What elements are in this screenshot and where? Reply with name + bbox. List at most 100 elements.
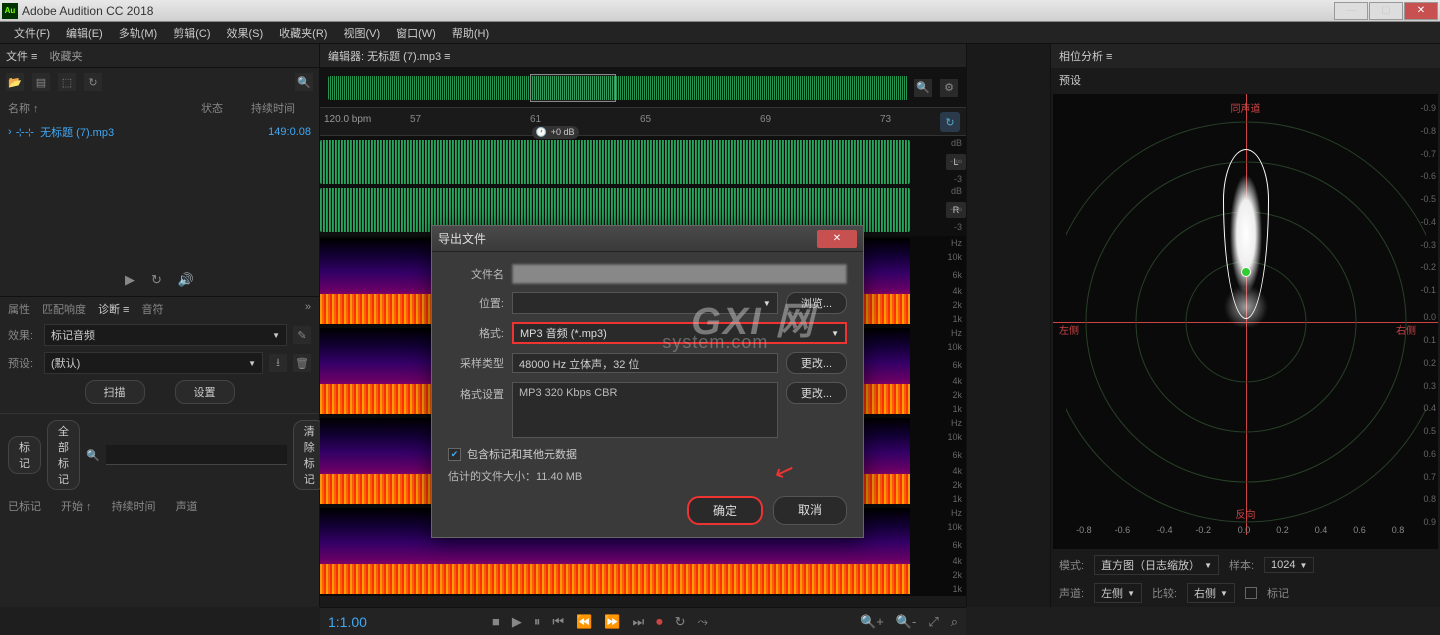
col-channel[interactable]: 声道: [176, 498, 198, 514]
loop-toggle-icon[interactable]: ↻: [940, 112, 960, 132]
channel-dropdown[interactable]: 左侧▼: [1094, 583, 1142, 603]
col-duration[interactable]: 持续时间: [251, 100, 311, 116]
save-preset-icon[interactable]: ⭳: [269, 354, 287, 372]
mode-dropdown[interactable]: 直方图（日志缩放）▼: [1094, 555, 1219, 575]
minimize-button[interactable]: —: [1334, 2, 1368, 20]
filename-input[interactable]: [512, 264, 847, 284]
settings-button[interactable]: 设置: [175, 380, 235, 404]
open-file-icon[interactable]: 📂: [6, 73, 24, 91]
search-icon[interactable]: 🔍: [295, 73, 313, 91]
new-file-icon[interactable]: ▤: [32, 73, 50, 91]
record-button[interactable]: ⏺: [656, 614, 663, 630]
scan-button[interactable]: 扫描: [85, 380, 145, 404]
loop-button[interactable]: ↻: [675, 614, 686, 630]
phase-x-tick: -0.4: [1157, 525, 1173, 535]
search-icon[interactable]: 🔍: [86, 449, 100, 462]
phase-y-tick: -0.2: [1420, 262, 1436, 272]
format-dropdown[interactable]: MP3 音频 (*.mp3)▼: [512, 322, 847, 344]
db-label: - ∞: [950, 156, 962, 166]
all-marks-button[interactable]: 全部标记: [47, 420, 80, 490]
tab-notes[interactable]: 音符: [141, 301, 163, 317]
dialog-close-button[interactable]: ✕: [817, 230, 857, 248]
change-format-button[interactable]: 更改...: [786, 382, 847, 404]
mark-button[interactable]: 标记: [8, 436, 41, 474]
timeline-ruler[interactable]: 120.0 bpm 57 61 65 69 73 ↻: [320, 108, 966, 136]
window-close-button[interactable]: ✕: [1404, 2, 1438, 20]
zoom-tool-icon[interactable]: 🔍: [914, 79, 932, 97]
location-dropdown[interactable]: ▼: [512, 292, 778, 314]
freq-label: 2k: [952, 300, 962, 310]
expand-icon[interactable]: ›: [8, 126, 12, 138]
file-row[interactable]: › ⊹⊹ 无标题 (7).mp3 149:0.08: [0, 120, 319, 144]
phase-y-tick: 0.1: [1423, 335, 1436, 345]
freq-label: 1k: [952, 584, 962, 594]
volume-icon[interactable]: 🔊: [178, 272, 194, 288]
phase-y-tick: 0.0: [1423, 312, 1436, 322]
col-dur[interactable]: 持续时间: [112, 498, 156, 514]
play-button[interactable]: ▶: [512, 614, 522, 630]
skip-end-button[interactable]: ⏭: [632, 614, 644, 630]
zoom-sel-icon[interactable]: ⌕: [951, 614, 958, 630]
zoom-fit-icon[interactable]: ⤢: [928, 614, 938, 630]
pause-button[interactable]: ⏸: [534, 614, 541, 630]
forward-button[interactable]: ⏩: [604, 614, 620, 630]
record-icon[interactable]: ⬚: [58, 73, 76, 91]
menu-view[interactable]: 视图(V): [335, 23, 388, 43]
search-input[interactable]: [106, 445, 287, 465]
maximize-button[interactable]: ▢: [1369, 2, 1403, 20]
tab-favorites[interactable]: 收藏夹: [49, 48, 82, 64]
menu-effects[interactable]: 效果(S): [219, 23, 272, 43]
cancel-button[interactable]: 取消: [773, 496, 847, 525]
menu-window[interactable]: 窗口(W): [388, 23, 444, 43]
overflow-icon[interactable]: »: [305, 301, 311, 317]
menu-edit[interactable]: 编辑(E): [58, 23, 111, 43]
freq-label: 10k: [947, 252, 962, 262]
phase-title[interactable]: 相位分析 ≡: [1059, 48, 1112, 64]
settings-icon[interactable]: ⚙: [940, 79, 958, 97]
stop-button[interactable]: ■: [492, 614, 500, 629]
preset-dropdown[interactable]: (默认)▼: [44, 352, 263, 374]
change-sample-button[interactable]: 更改...: [786, 352, 847, 374]
delete-preset-icon[interactable]: 🗑: [293, 354, 311, 372]
ok-button[interactable]: 确定: [687, 496, 763, 525]
tab-properties[interactable]: 属性: [8, 301, 30, 317]
skip-selection-button[interactable]: ⤳: [698, 614, 708, 630]
menu-multitrack[interactable]: 多轨(M): [111, 23, 166, 43]
tab-files[interactable]: 文件 ≡: [6, 48, 37, 64]
col-status[interactable]: 状态: [201, 100, 251, 116]
db-label: dB: [951, 186, 962, 196]
samples-dropdown[interactable]: 1024▼: [1264, 557, 1314, 573]
gain-badge[interactable]: 🕐+0 dB: [532, 126, 579, 139]
col-marked[interactable]: 已标记: [8, 498, 41, 514]
compare-dropdown[interactable]: 右侧▼: [1187, 583, 1235, 603]
include-metadata-checkbox[interactable]: ✔: [448, 448, 461, 461]
menu-favorites[interactable]: 收藏夹(R): [271, 23, 335, 43]
tab-diagnostics[interactable]: 诊断 ≡: [98, 301, 129, 317]
zoom-in-icon[interactable]: 🔍+: [860, 614, 884, 630]
effect-dropdown[interactable]: 标记音频▼: [44, 324, 287, 346]
mark-checkbox[interactable]: [1245, 587, 1257, 599]
browse-button[interactable]: 浏览...: [786, 292, 847, 314]
zoom-out-icon[interactable]: 🔍-: [896, 614, 917, 630]
menu-file[interactable]: 文件(F): [6, 23, 58, 43]
waveform-display[interactable]: L 🕐+0 dB R dB - ∞ -3 dB - ∞ -3: [320, 136, 966, 236]
menu-clip[interactable]: 剪辑(C): [165, 23, 218, 43]
selection-indicator[interactable]: [530, 74, 616, 102]
rewind-button[interactable]: ⏪: [576, 614, 592, 630]
dialog-titlebar[interactable]: 导出文件 ✕: [432, 226, 863, 252]
refresh-icon[interactable]: ↻: [84, 73, 102, 91]
phase-scope[interactable]: 同声道 左侧 右侧 反向 -0.9 -0.8 -0.7 -0.6 -0.5 -0…: [1053, 94, 1438, 549]
editor-tab[interactable]: 编辑器: 无标题 (7).mp3 ≡: [328, 48, 451, 64]
loop-icon[interactable]: ↻: [151, 272, 162, 288]
menu-help[interactable]: 帮助(H): [444, 23, 497, 43]
phase-y-tick: -0.4: [1420, 217, 1436, 227]
col-name[interactable]: 名称 ↑: [8, 100, 201, 116]
tab-loudness[interactable]: 匹配响度: [42, 301, 86, 317]
play-icon[interactable]: ▶: [125, 272, 135, 288]
filename-label: 文件名: [448, 266, 504, 282]
waveform-overview[interactable]: 🔍 ⚙: [320, 68, 966, 108]
phase-label-inv: 反向: [1236, 506, 1256, 521]
col-start[interactable]: 开始 ↑: [61, 498, 92, 514]
skip-start-button[interactable]: ⏮: [552, 614, 564, 630]
gear-icon[interactable]: ✎: [293, 326, 311, 344]
